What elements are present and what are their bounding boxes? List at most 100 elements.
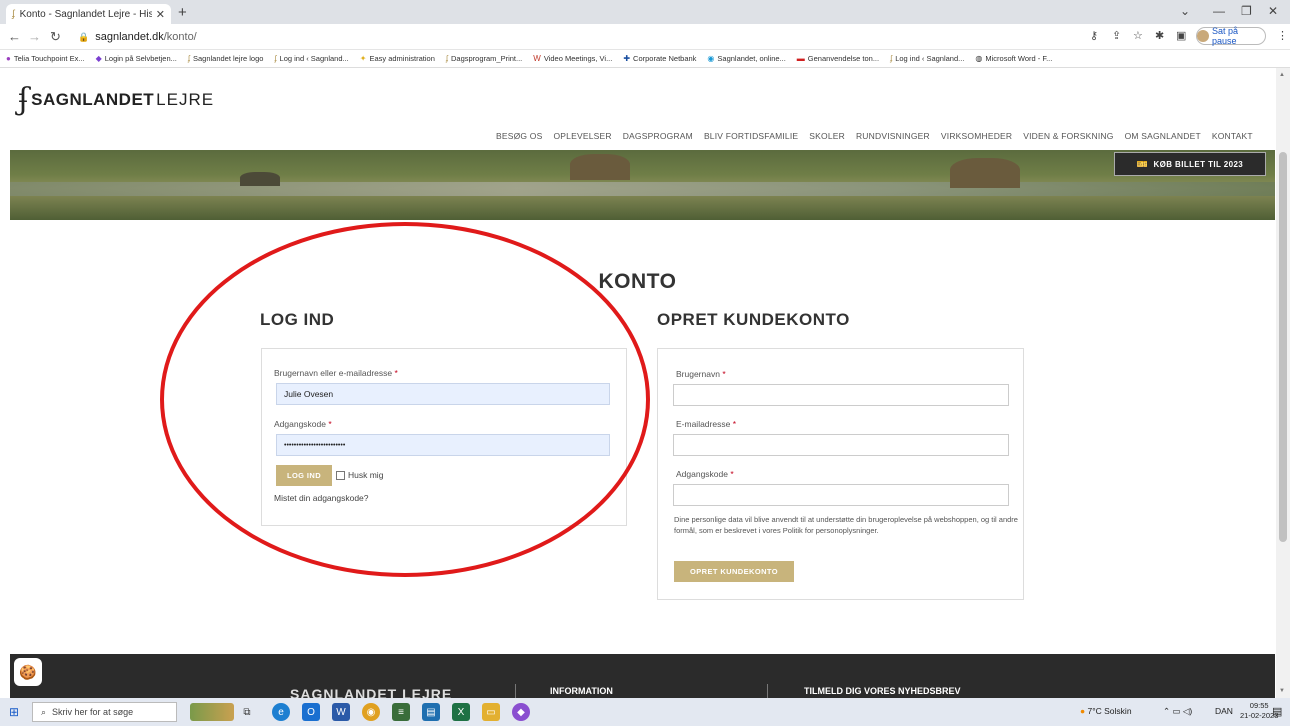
maximize-icon[interactable]: ❐ (1241, 4, 1252, 18)
nav-item-bliv-fortidsfamilie[interactable]: BLIV FORTIDSFAMILIE (704, 131, 798, 141)
password-key-icon[interactable]: ⚷ (1090, 29, 1098, 42)
extensions-icon[interactable]: ✱ (1155, 29, 1164, 42)
side-panel-icon[interactable]: ▣ (1176, 29, 1186, 42)
tray-icons[interactable]: ⌃ ▭ ◁) (1163, 706, 1192, 717)
address-bar: ← → ↻ 🔒 sagnlandet.dk/konto/ ⚷ ⇪ ☆ ✱ ▣ S… (0, 24, 1290, 50)
app-icon[interactable]: ▤ (422, 703, 440, 721)
bookmark-item[interactable]: ✚ Corporate Netbank (623, 54, 696, 63)
bookmark-item[interactable]: ▬ Genanvendelse ton... (797, 54, 879, 63)
hero-hut (240, 172, 280, 186)
site-logo[interactable]: ʄ SAGNLANDET LEJRE (18, 82, 214, 117)
nav-item-viden-forskning[interactable]: VIDEN & FORSKNING (1023, 131, 1113, 141)
nav-item-skoler[interactable]: SKOLER (809, 131, 845, 141)
notifications-icon[interactable]: ▤ (1272, 705, 1282, 718)
bookmark-item[interactable]: ʄ Log ind ‹ Sagnland... (274, 54, 348, 63)
nav-item-kontakt[interactable]: KONTAKT (1212, 131, 1253, 141)
bookmark-item[interactable]: ◆ Login på Selvbetjen... (96, 54, 177, 63)
widget-icon[interactable] (190, 703, 234, 721)
page-scrollbar[interactable]: ▲ ▼ (1276, 68, 1290, 698)
cookie-icon[interactable]: 🍪 (14, 658, 42, 686)
share-icon[interactable]: ⇪ (1112, 29, 1121, 42)
password-label: Adgangskode * (274, 419, 332, 429)
bookmark-favicon-icon: ʄ (187, 54, 190, 63)
login-button[interactable]: LOG IND (276, 465, 332, 486)
windows-start-icon[interactable]: ⊞ (9, 705, 19, 719)
register-button[interactable]: OPRET KUNDEKONTO (674, 561, 794, 582)
login-heading: LOG IND (260, 310, 335, 329)
remember-me-checkbox[interactable]: Husk mig (336, 470, 383, 480)
profile-pause-button[interactable]: Sat på pause (1196, 26, 1266, 46)
nav-item-oplevelser[interactable]: OPLEVELSER (553, 131, 611, 141)
weather-widget[interactable]: ● 7°C Solskin (1080, 706, 1132, 716)
scroll-up-icon[interactable]: ▲ (1279, 72, 1285, 78)
register-form: Brugernavn * E-mailadresse * Adgangskode… (657, 348, 1024, 600)
checkbox-box[interactable] (336, 470, 345, 480)
word-icon[interactable]: W (332, 703, 350, 721)
bookmarks-bar: ● Telia Touchpoint Ex... ◆ Login på Selvbe… (0, 50, 1290, 68)
reload-icon[interactable]: ↻ (50, 29, 61, 45)
task-view-icon[interactable]: ⧉ (238, 703, 256, 721)
lost-password-link[interactable]: Mistet din adgangskode? (274, 493, 369, 503)
close-tab-icon[interactable]: ✕ (156, 8, 165, 21)
taskbar-search[interactable]: ⌕ Skriv her for at søge (32, 702, 177, 722)
bookmark-item[interactable]: ʄ Log ind ‹ Sagnland... (890, 54, 964, 63)
bookmark-item[interactable]: ʄ Dagsprogram_Print... (446, 54, 522, 63)
windows-taskbar: ⊞ ⌕ Skriv her for at søge ⧉ e O W ◉ ≡ ▤ … (0, 698, 1290, 726)
bookmark-item[interactable]: ✦ Easy administration (360, 54, 435, 63)
scroll-down-icon[interactable]: ▼ (1279, 688, 1285, 694)
register-email-label: E-mailadresse * (676, 419, 737, 429)
browser-tab[interactable]: ʄ Konto - Sagnlandet Lejre - Histo ✕ (6, 4, 171, 24)
bookmark-favicon-icon: ▬ (796, 54, 805, 63)
register-email-input[interactable] (673, 434, 1009, 456)
app-icon[interactable]: ◆ (512, 703, 530, 721)
bookmark-item[interactable]: ʄ Sagnlandet lejre logo (188, 54, 264, 63)
bookmark-favicon-icon: W (533, 54, 541, 63)
username-input[interactable]: Julie Ovesen (276, 383, 610, 405)
bookmark-favicon-icon: ʄ (890, 54, 893, 63)
new-tab-icon[interactable]: + (178, 4, 187, 21)
app-icon[interactable]: ≡ (392, 703, 410, 721)
file-explorer-icon[interactable]: ▭ (482, 703, 500, 721)
bookmark-star-icon[interactable]: ☆ (1133, 29, 1143, 42)
nav-item-virksomheder[interactable]: VIRKSOMHEDER (941, 131, 1012, 141)
nav-item-dagsprogram[interactable]: DAGSPROGRAM (623, 131, 693, 141)
hero-hut (950, 158, 1020, 188)
footer-divider (515, 684, 516, 698)
excel-icon[interactable]: X (452, 703, 470, 721)
edge-browser-icon[interactable]: e (272, 703, 290, 721)
web-page: ʄ SAGNLANDET LEJRE BESØG OS OPLEVELSER D… (0, 68, 1275, 698)
logo-figure-icon: ʄ (18, 82, 30, 117)
register-password-input[interactable] (673, 484, 1009, 506)
bookmark-item[interactable]: W Video Meetings, Vi... (533, 54, 612, 63)
nav-item-rundvisninger[interactable]: RUNDVISNINGER (856, 131, 930, 141)
hero-water (10, 182, 1275, 196)
scrollbar-thumb[interactable] (1279, 152, 1287, 542)
search-icon: ⌕ (41, 706, 47, 717)
bookmark-favicon-icon: ✦ (359, 54, 367, 63)
footer-logo: SAGNLANDET LEJRE (290, 686, 453, 698)
site-footer: 🍪 SAGNLANDET LEJRE INFORMATION TILMELD D… (10, 654, 1275, 698)
url-field[interactable]: 🔒 sagnlandet.dk/konto/ (78, 27, 1078, 47)
nav-item-om-sagnlandet[interactable]: OM SAGNLANDET (1125, 131, 1201, 141)
bookmark-item[interactable]: ● Telia Touchpoint Ex... (6, 54, 85, 63)
close-window-icon[interactable]: ✕ (1268, 4, 1278, 18)
nav-item-besog-os[interactable]: BESØG OS (496, 131, 542, 141)
hero-hut (570, 154, 630, 180)
language-indicator[interactable]: DAN (1215, 706, 1233, 716)
buy-ticket-button[interactable]: 🎫 KØB BILLET TIL 2023 (1114, 152, 1266, 176)
password-input[interactable]: ••••••••••••••••••••••••• (276, 434, 610, 456)
browser-menu-icon[interactable]: ⋮ (1277, 29, 1288, 42)
bookmark-item[interactable]: ◍ Microsoft Word - F... (975, 54, 1052, 63)
outlook-icon[interactable]: O (302, 703, 320, 721)
bookmark-favicon-icon: ◉ (707, 54, 715, 63)
register-username-input[interactable] (673, 384, 1009, 406)
bookmark-item[interactable]: ◉ Sagnlandet, online... (707, 54, 785, 63)
minimize-icon[interactable]: — (1213, 4, 1225, 18)
tab-title: Konto - Sagnlandet Lejre - Histo (19, 8, 152, 20)
logo-text-bold: SAGNLANDET (31, 89, 155, 109)
pause-label: Sat på pause (1211, 26, 1239, 46)
chrome-icon[interactable]: ◉ (362, 703, 380, 721)
tab-search-icon[interactable]: ⌄ (1180, 4, 1190, 18)
forward-icon[interactable]: → (28, 29, 41, 44)
back-icon[interactable]: ← (8, 29, 21, 44)
